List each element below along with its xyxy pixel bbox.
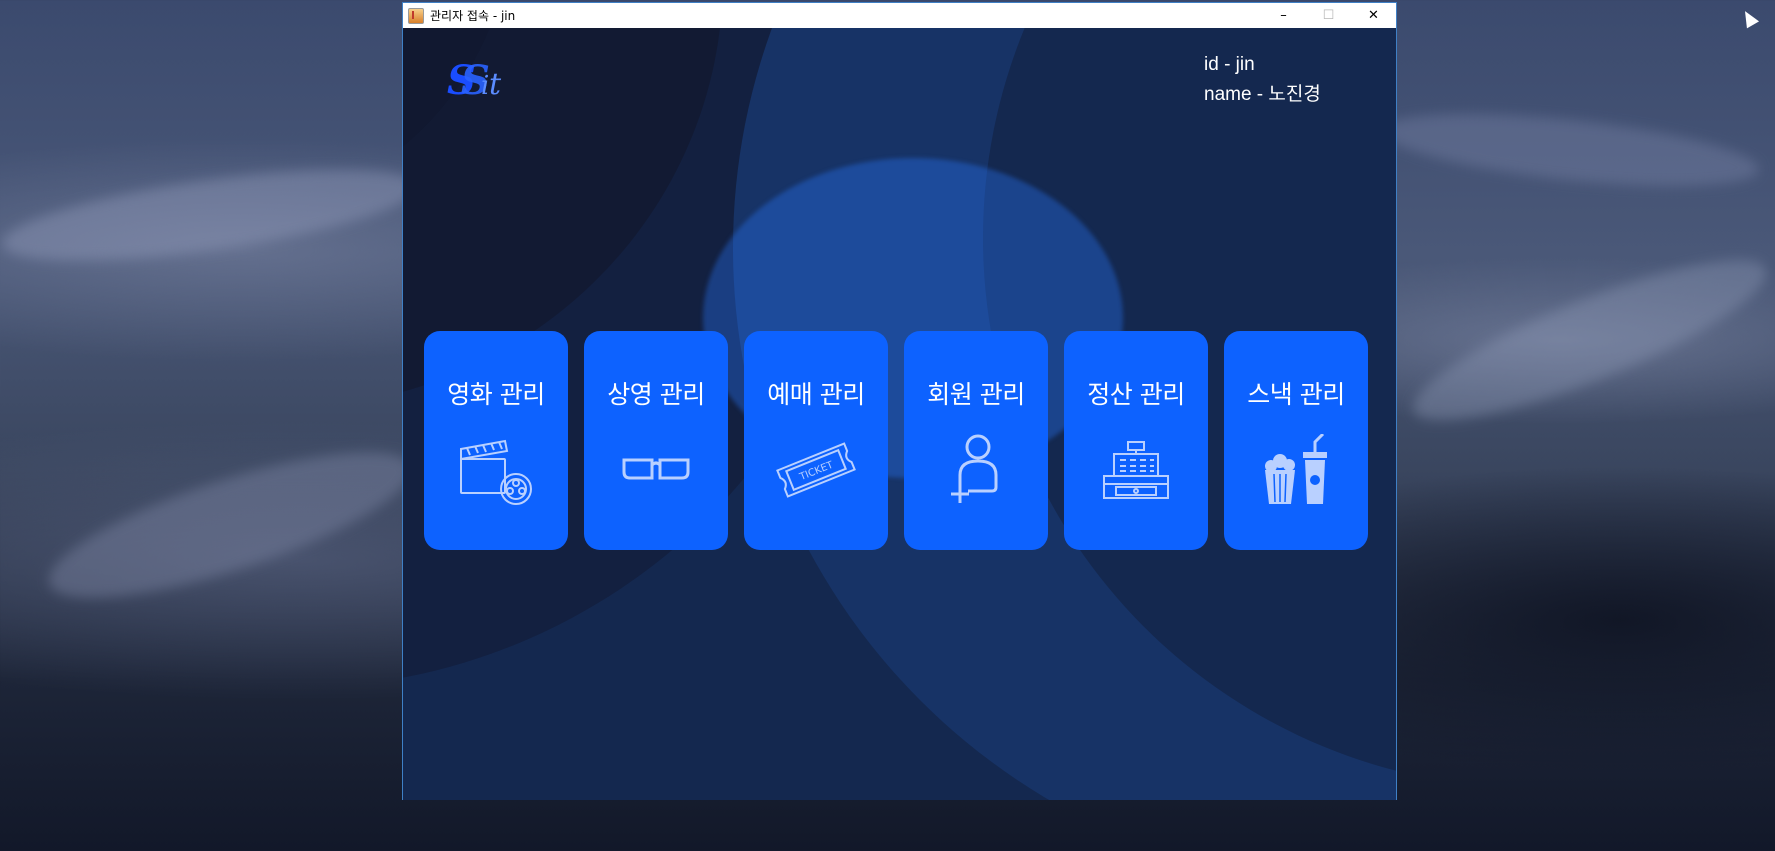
add-user-icon	[934, 433, 1018, 507]
window-controls: – ☐ ✕	[1261, 3, 1396, 28]
mouse-cursor-icon	[1738, 7, 1760, 29]
admin-window: 관리자 접속 - jin – ☐ ✕ S S i t id - jin name…	[402, 2, 1397, 800]
3d-glasses-icon	[614, 433, 698, 507]
card-label: 스낵 관리	[1247, 380, 1345, 409]
menu-cards: 영화 관리 상영 관리 예매 관리 TICKET 회원 관리 정산 관리 스낵 …	[424, 331, 1368, 550]
user-info: id - jin name - 노진경	[1204, 50, 1321, 110]
main-panel: S S i t id - jin name - 노진경 영화 관리 상영 관리 …	[403, 28, 1396, 800]
movie-management-button[interactable]: 영화 관리	[424, 331, 568, 550]
wallpaper-streak	[0, 151, 423, 279]
ticket-icon: TICKET	[774, 433, 858, 507]
user-id-label: id - jin	[1204, 54, 1255, 75]
settlement-management-button[interactable]: 정산 관리	[1064, 331, 1208, 550]
title-bar[interactable]: 관리자 접속 - jin – ☐ ✕	[403, 3, 1396, 28]
popcorn-drink-icon	[1254, 433, 1338, 507]
java-app-icon	[408, 7, 424, 24]
card-label: 예매 관리	[767, 380, 865, 409]
card-label: 영화 관리	[447, 380, 545, 409]
card-label: 정산 관리	[1087, 380, 1185, 409]
card-label: 상영 관리	[607, 380, 705, 409]
wallpaper-streak	[1377, 100, 1763, 200]
wallpaper-streak	[1398, 231, 1775, 449]
close-button[interactable]: ✕	[1351, 3, 1396, 28]
screening-management-button[interactable]: 상영 관리	[584, 331, 728, 550]
booking-management-button[interactable]: 예매 관리 TICKET	[744, 331, 888, 550]
minimize-button[interactable]: –	[1261, 3, 1306, 28]
maximize-button[interactable]: ☐	[1306, 3, 1351, 28]
svg-text:t: t	[489, 67, 502, 102]
ssit-logo: S S i t	[447, 57, 502, 104]
window-title: 관리자 접속 - jin	[430, 9, 516, 23]
movie-clapper-film-reel-icon	[454, 433, 538, 507]
cash-register-icon	[1094, 433, 1178, 507]
card-label: 회원 관리	[927, 380, 1025, 409]
member-management-button[interactable]: 회원 관리	[904, 331, 1048, 550]
user-name-label: name - 노진경	[1204, 84, 1321, 105]
wallpaper-streak	[35, 423, 425, 627]
snack-management-button[interactable]: 스낵 관리	[1224, 331, 1368, 550]
